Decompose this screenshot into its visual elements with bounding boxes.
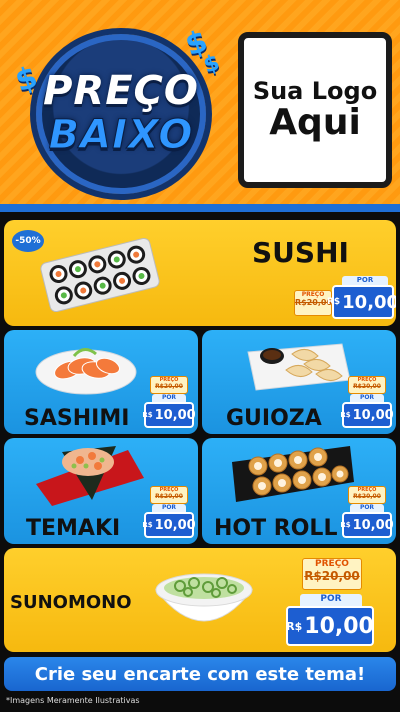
- por-label: POR: [350, 394, 384, 402]
- temaki-plate-icon: [36, 446, 144, 506]
- product-card-sushi[interactable]: -50% SUSHI PREÇO R$20,00 POR R$ 10,00: [4, 220, 396, 326]
- gyoza-plate-icon: [247, 343, 351, 391]
- product-name: GUIOZA: [226, 406, 322, 431]
- sunomono-bowl-icon: [154, 573, 254, 622]
- price-tag: PREÇO R$20,00 POR R$ 10,00: [294, 276, 396, 322]
- sashimi-plate-icon: [35, 348, 137, 395]
- product-name: SUNOMONO: [10, 592, 132, 613]
- new-price: R$ 10,00: [340, 512, 394, 538]
- product-name: TEMAKI: [26, 516, 121, 541]
- sushi-tray-icon: [40, 237, 160, 313]
- product-card-sashimi[interactable]: SASHIMI PREÇO R$20,00 POR R$ 10,00: [4, 330, 198, 434]
- new-price: R$ 10,00: [142, 512, 196, 538]
- por-label: POR: [152, 504, 186, 512]
- por-label: POR: [152, 394, 186, 402]
- logo-text-line2: Aqui: [269, 101, 361, 143]
- product-card-temaki[interactable]: TEMAKI PREÇO R$20,00 POR R$ 10,00: [4, 438, 198, 544]
- new-price: R$ 10,00: [286, 606, 374, 646]
- product-card-guioza[interactable]: GUIOZA PREÇO R$20,00 POR R$ 10,00: [202, 330, 396, 434]
- product-name: SUSHI: [252, 236, 349, 269]
- por-label: POR: [350, 504, 384, 512]
- old-price-box: PREÇO R$20,00: [150, 486, 188, 504]
- price-tag: PREÇO R$20,00 POR R$ 10,00: [286, 554, 376, 648]
- old-price-box: PREÇO R$20,00: [348, 486, 386, 504]
- logo-placeholder[interactable]: Sua Logo Aqui: [238, 32, 392, 188]
- new-price: R$ 10,00: [142, 402, 196, 428]
- price-tag: PREÇO R$20,00 POR R$ 10,00: [142, 482, 196, 540]
- cta-banner[interactable]: Crie seu encarte com este tema!: [4, 657, 396, 691]
- flyer-page: $ $ $ PREÇO BAIXO Sua Logo Aqui -50% SUS…: [0, 0, 400, 712]
- preco-baixo-badge: $ $ $ PREÇO BAIXO: [11, 24, 226, 198]
- badge-title-line2: BAIXO: [48, 112, 194, 159]
- product-name: SASHIMI: [24, 406, 130, 431]
- old-price-box: PREÇO R$20,00: [348, 376, 386, 394]
- old-price-box: PREÇO R$20,00: [302, 558, 362, 590]
- logo-text-line1: Sua Logo: [252, 76, 378, 105]
- old-price-box: PREÇO R$20,00: [150, 376, 188, 394]
- badge-title-line1: PREÇO: [43, 68, 199, 114]
- new-price: R$ 10,00: [327, 285, 396, 319]
- header-banner: $ $ $ PREÇO BAIXO Sua Logo Aqui: [0, 0, 400, 212]
- disclaimer-text: *Imagens Meramente Ilustrativas: [6, 696, 140, 705]
- product-card-sunomono[interactable]: SUNOMONO PREÇO R$20,00 POR R$ 10,00: [4, 548, 396, 652]
- price-tag: PREÇO R$20,00 POR R$ 10,00: [142, 372, 196, 430]
- product-card-hotroll[interactable]: HOT ROLL PREÇO R$20,00 POR R$ 10,00: [202, 438, 396, 544]
- product-name: HOT ROLL: [214, 516, 338, 541]
- hot-roll-tray-icon: [232, 446, 354, 502]
- new-price: R$ 10,00: [340, 402, 394, 428]
- price-tag: PREÇO R$20,00 POR R$ 10,00: [340, 482, 394, 540]
- price-tag: PREÇO R$20,00 POR R$ 10,00: [340, 372, 394, 430]
- por-label: POR: [300, 594, 362, 606]
